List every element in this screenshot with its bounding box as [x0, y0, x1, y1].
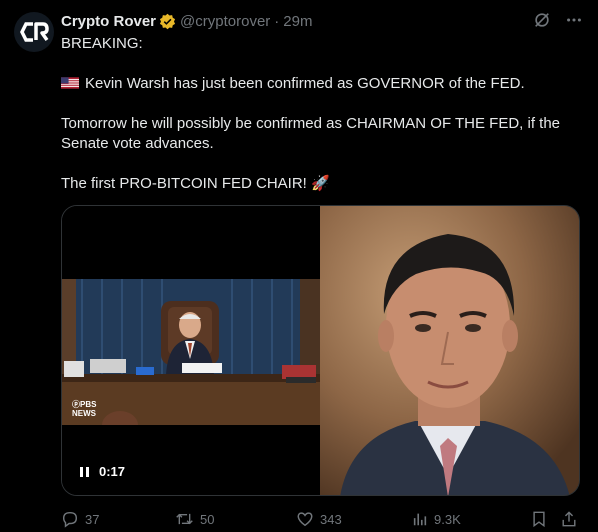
like-button[interactable]: 343: [296, 510, 342, 528]
portrait-image[interactable]: [320, 206, 579, 495]
avatar[interactable]: [14, 12, 54, 52]
tweet-line-confirmed: Kevin Warsh has just been confirmed as G…: [61, 74, 581, 94]
more-icon[interactable]: [564, 10, 584, 30]
senate-chamber-image: [62, 279, 321, 425]
share-button[interactable]: [561, 510, 577, 528]
us-flag-icon: [61, 77, 79, 89]
share-icon: [562, 511, 576, 527]
pause-icon[interactable]: [80, 466, 89, 477]
views-button[interactable]: 9.3K: [412, 510, 461, 528]
tweet-line-chairman: Tomorrow he will possibly be confirmed a…: [61, 115, 561, 152]
tweet[interactable]: Crypto Rover @cryptorover · 29m BREAKING…: [0, 0, 598, 532]
repost-count: 50: [200, 511, 215, 527]
reply-count: 37: [85, 511, 100, 527]
view-count: 9.3K: [434, 511, 461, 527]
author-name[interactable]: Crypto Rover: [61, 13, 156, 30]
tweet-text: BREAKING: Kevin Warsh has just been conf…: [61, 34, 581, 194]
author-handle[interactable]: @cryptorover: [180, 13, 270, 30]
tweet-line-confirmed-text: Kevin Warsh has just been confirmed as G…: [85, 75, 525, 92]
video-frame[interactable]: ⓟPBS NEWS: [62, 279, 321, 425]
like-count: 343: [320, 511, 342, 527]
reply-button[interactable]: 37: [61, 510, 99, 528]
grok-icon[interactable]: [532, 10, 552, 30]
pbs-news-text: NEWS: [72, 409, 96, 418]
video-time: 0:17: [99, 464, 126, 479]
action-bar: 37 50 343 9.3K: [61, 510, 581, 530]
reply-icon: [62, 511, 78, 528]
video-controls: 0:17: [80, 464, 125, 479]
tweet-header: Crypto Rover @cryptorover · 29m: [61, 10, 312, 32]
bookmark-icon: [533, 511, 545, 528]
like-icon: [297, 512, 313, 527]
tweet-line-breaking: BREAKING:: [61, 35, 143, 52]
crypto-rover-logo: [20, 22, 49, 42]
verified-badge-icon[interactable]: [159, 13, 176, 30]
bookmark-button[interactable]: [531, 510, 547, 528]
separator-dot: ·: [274, 12, 280, 30]
video-player[interactable]: ⓟPBS NEWS 0:17: [62, 206, 321, 495]
top-actions: [532, 10, 584, 30]
kevin-warsh-portrait: [320, 206, 579, 495]
tweet-line-pro-bitcoin: The first PRO-BITCOIN FED CHAIR! 🚀: [61, 175, 330, 192]
repost-icon: [176, 513, 193, 525]
timestamp[interactable]: 29m: [283, 13, 312, 30]
pbs-news-watermark: ⓟPBS NEWS: [72, 400, 96, 418]
repost-button[interactable]: 50: [175, 510, 214, 528]
views-icon: [413, 513, 427, 526]
pbs-logo-text: ⓟPBS: [72, 400, 97, 409]
media-grid: ⓟPBS NEWS 0:17: [61, 205, 580, 496]
